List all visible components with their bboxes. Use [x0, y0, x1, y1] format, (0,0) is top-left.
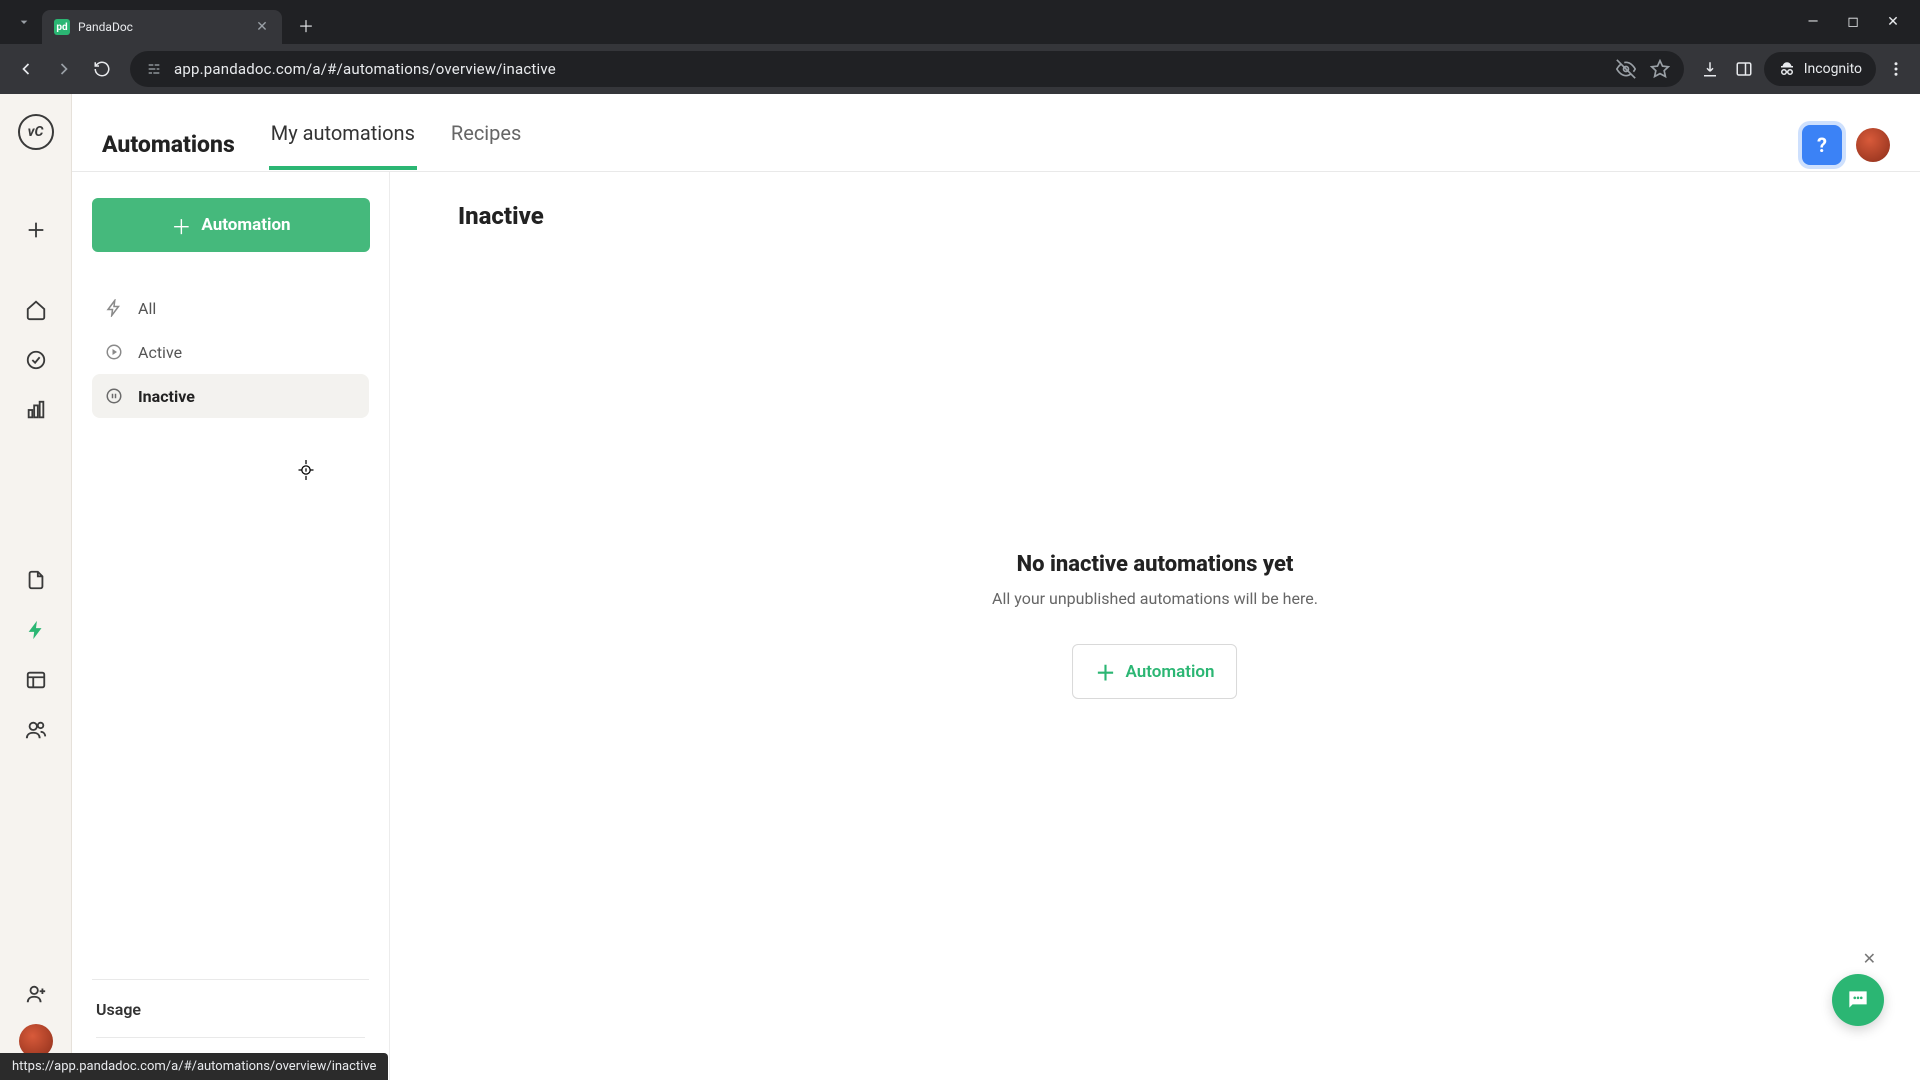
- window-maximize-button[interactable]: ◻: [1844, 14, 1862, 30]
- header-user-avatar[interactable]: [1856, 128, 1890, 162]
- new-tab-button[interactable]: ＋: [292, 11, 320, 39]
- plus-icon: ＋: [1095, 657, 1115, 686]
- app-main: Automations My automations Recipes ? ＋ A…: [72, 94, 1920, 1080]
- browser-toolbar: app.pandadoc.com/a/#/automations/overvie…: [0, 44, 1920, 94]
- address-bar[interactable]: app.pandadoc.com/a/#/automations/overvie…: [130, 51, 1684, 87]
- content-section-title: Inactive: [458, 202, 1870, 230]
- window-minimize-button[interactable]: ―: [1804, 14, 1822, 30]
- tab-recipes[interactable]: Recipes: [451, 121, 521, 169]
- side-panel-icon[interactable]: [1730, 55, 1758, 83]
- empty-state: No inactive automations yet All your unp…: [992, 552, 1318, 699]
- back-button[interactable]: [10, 53, 42, 85]
- filter-active-label: Active: [138, 343, 182, 362]
- eye-off-icon[interactable]: [1616, 59, 1636, 79]
- browser-tab[interactable]: pd PandaDoc ✕: [42, 10, 282, 44]
- browser-menu-icon[interactable]: [1882, 55, 1910, 83]
- empty-state-title: No inactive automations yet: [992, 552, 1318, 577]
- incognito-label: Incognito: [1804, 61, 1862, 77]
- filter-inactive[interactable]: Inactive: [92, 374, 369, 418]
- app-rail: vC: [0, 94, 72, 1080]
- help-button[interactable]: ?: [1802, 125, 1842, 165]
- chat-widget-button[interactable]: [1832, 974, 1884, 1026]
- side-panel: ＋ Automation All Active: [72, 172, 390, 1080]
- page-title: Automations: [102, 131, 235, 158]
- url-text: app.pandadoc.com/a/#/automations/overvie…: [174, 60, 556, 78]
- reload-button[interactable]: [86, 53, 118, 85]
- forward-button[interactable]: [48, 53, 80, 85]
- content-area: Inactive No inactive automations yet All…: [390, 172, 1920, 1080]
- filter-all[interactable]: All: [92, 286, 369, 330]
- tab-favicon: pd: [54, 19, 70, 35]
- window-close-button[interactable]: ✕: [1884, 14, 1902, 30]
- play-circle-icon: [104, 342, 124, 362]
- usage-title: Usage: [96, 1000, 365, 1019]
- browser-tab-strip: pd PandaDoc ✕ ＋ ― ◻ ✕: [0, 0, 1920, 44]
- status-bar: https://app.pandadoc.com/a/#/automations…: [0, 1053, 388, 1080]
- rail-tasks-icon[interactable]: [16, 340, 56, 380]
- app-body: ＋ Automation All Active: [72, 172, 1920, 1080]
- rail-reports-icon[interactable]: [16, 390, 56, 430]
- bolt-icon: [104, 298, 124, 318]
- app-header: Automations My automations Recipes ?: [72, 94, 1920, 172]
- rail-home-icon[interactable]: [16, 290, 56, 330]
- tab-search-dropdown[interactable]: [12, 10, 36, 34]
- plus-icon: ＋: [171, 211, 191, 240]
- bookmark-star-icon[interactable]: [1650, 59, 1670, 79]
- rail-templates-icon[interactable]: [16, 660, 56, 700]
- pause-circle-icon: [104, 386, 124, 406]
- window-controls: ― ◻ ✕: [1794, 14, 1912, 30]
- incognito-indicator[interactable]: Incognito: [1764, 52, 1876, 86]
- filter-list: All Active Inactive: [92, 286, 369, 418]
- filter-inactive-label: Inactive: [138, 387, 195, 406]
- create-automation-button[interactable]: ＋ Automation: [92, 198, 370, 252]
- rail-invite-icon[interactable]: [16, 974, 56, 1014]
- rail-automations-icon[interactable]: [16, 610, 56, 650]
- rail-create-button[interactable]: [16, 210, 56, 250]
- app-root: vC Automations: [0, 94, 1920, 1080]
- rail-contacts-icon[interactable]: [16, 710, 56, 750]
- downloads-icon[interactable]: [1696, 55, 1724, 83]
- workspace-logo[interactable]: vC: [18, 114, 54, 150]
- create-automation-label: Automation: [201, 215, 290, 235]
- tab-my-automations[interactable]: My automations: [271, 121, 415, 169]
- filter-all-label: All: [138, 299, 156, 318]
- empty-state-subtitle: All your unpublished automations will be…: [992, 589, 1318, 608]
- empty-state-create-button[interactable]: ＋ Automation: [1072, 644, 1237, 699]
- empty-state-create-label: Automation: [1125, 662, 1214, 682]
- rail-documents-icon[interactable]: [16, 560, 56, 600]
- tab-close-icon[interactable]: ✕: [254, 19, 270, 35]
- site-settings-icon[interactable]: [144, 61, 164, 77]
- tab-title: PandaDoc: [78, 20, 246, 34]
- chat-close-icon[interactable]: ✕: [1863, 949, 1876, 968]
- filter-active[interactable]: Active: [92, 330, 369, 374]
